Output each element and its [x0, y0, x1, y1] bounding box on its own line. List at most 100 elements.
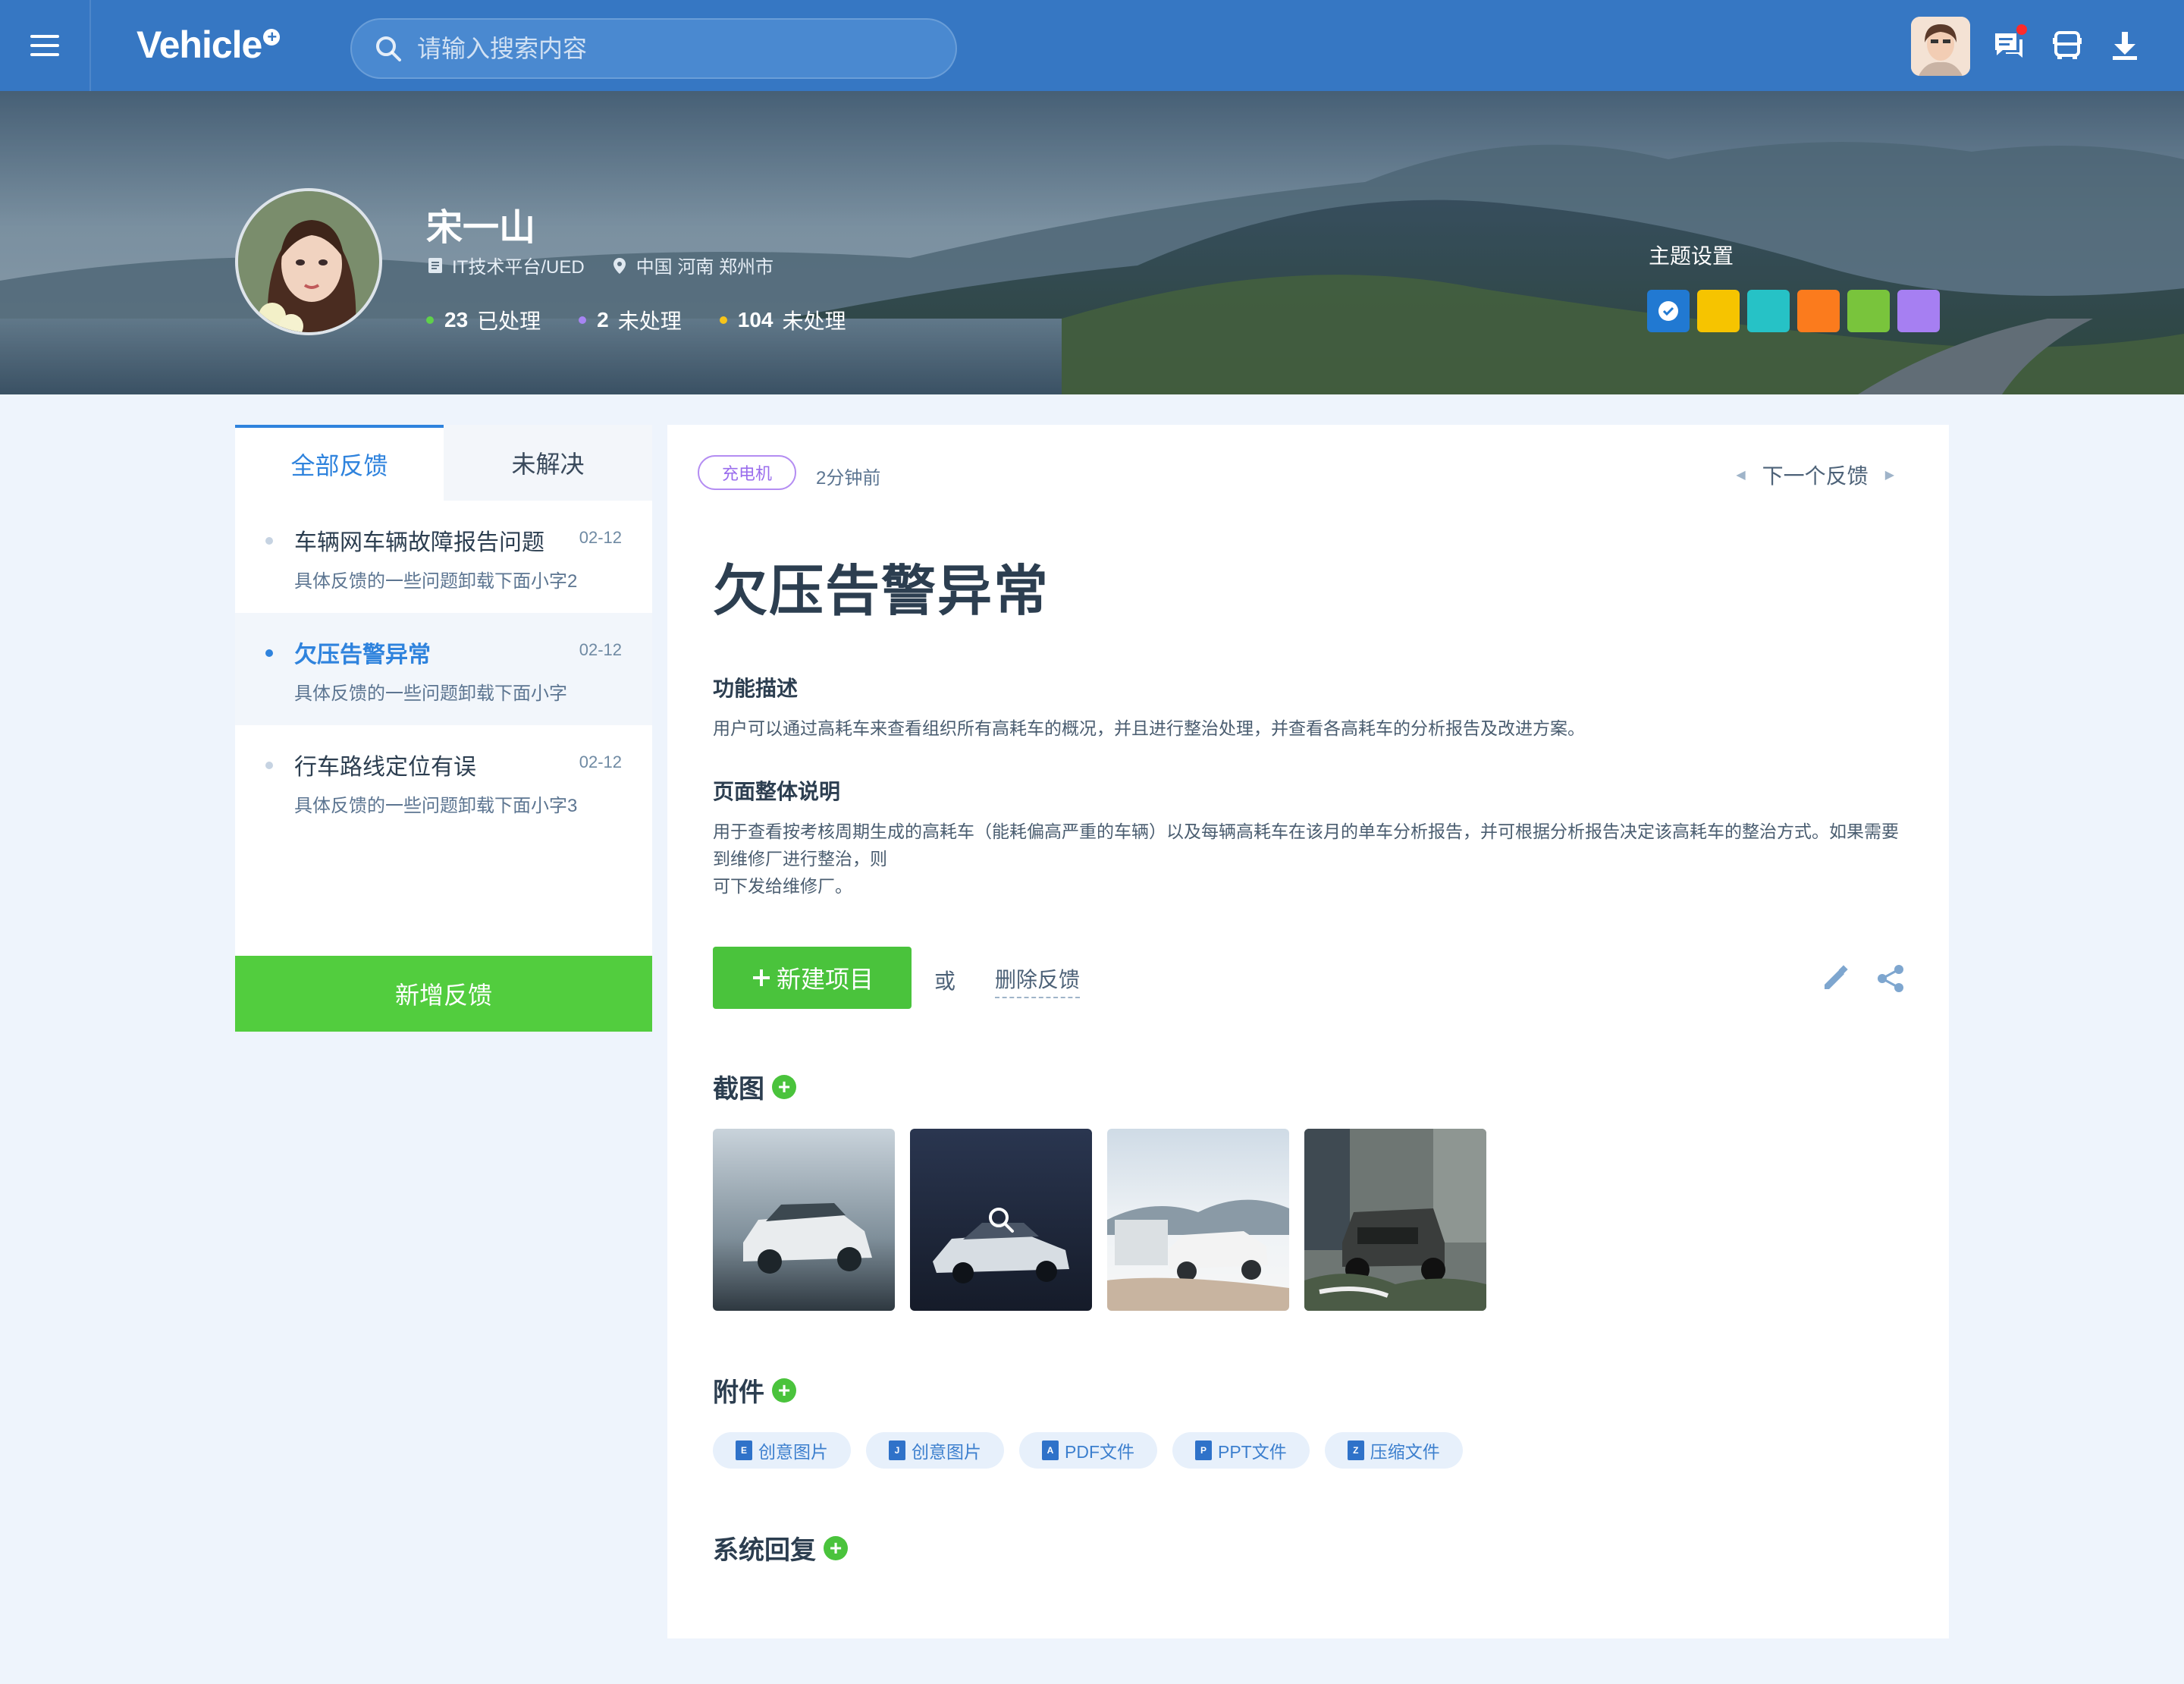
feedback-item-title: 车辆网车辆故障报告问题	[294, 530, 544, 555]
attachment-list: E 创意图片 J 创意图片 A PDF文件 P PPT文件 Z 压缩文件	[713, 1432, 1478, 1469]
feedback-item-subtitle: 具体反馈的一些问题卸载下面小字3	[294, 796, 578, 816]
feedback-item-title: 欠压告警异常	[294, 642, 431, 668]
share-icon[interactable]	[1875, 962, 1908, 995]
section-text-function: 用户可以通过高耗车来查看组织所有高耗车的概况，并且进行整治处理，并查看各高耗车的…	[713, 718, 1585, 738]
theme-swatch-yellow[interactable]	[1697, 290, 1740, 332]
feedback-item-date: 02-12	[579, 640, 622, 659]
bus-icon[interactable]	[2049, 27, 2085, 64]
feedback-list-item[interactable]: 车辆网车辆故障报告问题 02-12 具体反馈的一些问题卸载下面小字2	[235, 501, 652, 613]
tab-all-feedback[interactable]: 全部反馈	[235, 425, 444, 501]
theme-swatch-green[interactable]	[1847, 290, 1890, 332]
attachment-chip[interactable]: E 创意图片	[713, 1432, 851, 1469]
attachments-heading: 附件 +	[713, 1371, 796, 1409]
top-bar: Vehicle +	[0, 0, 2184, 91]
theme-swatch-purple[interactable]	[1897, 290, 1940, 332]
attachment-name: 创意图片	[758, 1442, 828, 1462]
stat-processed: 23 已处理	[426, 305, 541, 335]
chat-icon[interactable]	[1991, 24, 2027, 64]
add-feedback-button[interactable]: 新增反馈	[235, 956, 652, 1032]
attachment-chip[interactable]: A PDF文件	[1019, 1432, 1157, 1469]
zip-file-icon: Z	[1347, 1441, 1364, 1460]
theme-swatch-blue[interactable]	[1647, 290, 1690, 332]
stat-pending: 2 未处理	[579, 305, 682, 335]
jpg-file-icon: J	[889, 1441, 905, 1460]
logo-mark-icon: +	[263, 29, 281, 46]
system-reply-title: 系统回复	[713, 1536, 816, 1565]
feedback-list-item-selected[interactable]: 欠压告警异常 02-12 具体反馈的一些问题卸载下面小字	[235, 613, 652, 725]
new-project-button[interactable]: 新建项目	[713, 947, 912, 1009]
check-icon	[1658, 301, 1678, 321]
attachment-name: PPT文件	[1218, 1442, 1287, 1462]
tab-unresolved[interactable]: 未解决	[444, 425, 652, 501]
timestamp: 2分钟前	[816, 468, 881, 489]
feedback-item-subtitle: 具体反馈的一些问题卸载下面小字	[294, 683, 567, 704]
hamburger-menu-button[interactable]	[0, 0, 91, 91]
edit-icon[interactable]	[1818, 962, 1852, 995]
user-meta: IT技术平台/UED 中国 河南 郑州市	[426, 252, 774, 278]
profile-banner: 宋一山 IT技术平台/UED 中国 河南 郑州市 23 已处理 2 未处理 104 未…	[0, 91, 2184, 394]
user-department: IT技术平台/UED	[452, 257, 585, 278]
pdf-file-icon: A	[1042, 1441, 1059, 1460]
bullet-dot	[265, 649, 273, 657]
search-input[interactable]	[416, 33, 931, 64]
feedback-item-date: 02-12	[579, 528, 622, 547]
attachment-chip[interactable]: P PPT文件	[1172, 1432, 1310, 1469]
screenshots-title: 截图	[713, 1075, 764, 1104]
bullet-dot	[265, 537, 273, 545]
screenshots-heading: 截图 +	[713, 1068, 796, 1105]
screenshot-thumbnail[interactable]	[910, 1129, 1092, 1311]
screenshot-thumbnail[interactable]	[1304, 1129, 1486, 1311]
profile-avatar[interactable]	[235, 188, 382, 335]
category-tag[interactable]: 充电机	[698, 455, 797, 490]
attachments-title: 附件	[713, 1378, 764, 1407]
user-name: 宋一山	[426, 208, 536, 248]
feedback-tabs: 全部反馈 未解决	[235, 425, 652, 501]
user-location: 中国 河南 郑州市	[635, 257, 774, 278]
user-stats: 23 已处理 2 未处理 104 未处理	[426, 305, 884, 335]
search-box[interactable]	[350, 18, 957, 79]
screenshot-thumbnail[interactable]	[713, 1129, 895, 1311]
search-icon	[376, 36, 401, 61]
ppt-file-icon: P	[1195, 1441, 1212, 1460]
screenshot-thumbnail[interactable]	[1107, 1129, 1289, 1311]
attachment-name: 压缩文件	[1370, 1442, 1440, 1462]
feedback-list-item[interactable]: 行车路线定位有误 02-12 具体反馈的一些问题卸载下面小字3	[235, 725, 652, 837]
page-title: 欠压告警异常	[713, 561, 1050, 622]
attachment-name: 创意图片	[912, 1442, 981, 1462]
chevron-left-icon[interactable]: ◀	[1736, 467, 1745, 482]
notification-dot	[2016, 24, 2027, 35]
theme-settings-title: 主题设置	[1649, 244, 1734, 268]
section-heading-overview: 页面整体说明	[713, 780, 841, 803]
chevron-right-icon[interactable]: ▶	[1885, 467, 1894, 482]
screenshot-gallery	[713, 1129, 1502, 1311]
app-logo[interactable]: Vehicle +	[136, 23, 281, 67]
zoom-icon[interactable]	[986, 1205, 1016, 1235]
delete-feedback-link[interactable]: 删除反馈	[995, 963, 1081, 998]
section-text-overview: 用于查看按考核周期生成的高耗车（能耗偏高严重的车辆）以及每辆高耗车在该月的单车分…	[713, 822, 1899, 896]
system-reply-heading: 系统回复 +	[713, 1529, 848, 1566]
theme-swatch-orange[interactable]	[1797, 290, 1840, 332]
stat-pending-2: 104 未处理	[719, 305, 846, 335]
menu-icon	[30, 44, 59, 47]
theme-swatches	[1647, 290, 1947, 332]
attachment-chip[interactable]: Z 压缩文件	[1324, 1432, 1463, 1469]
bullet-dot	[265, 762, 273, 769]
user-avatar[interactable]	[1911, 17, 1970, 76]
excel-file-icon: E	[736, 1441, 752, 1460]
feedback-list-panel: 全部反馈 未解决 车辆网车辆故障报告问题 02-12 具体反馈的一些问题卸载下面…	[235, 425, 652, 1032]
next-feedback-link[interactable]: ◀ 下一个反馈 ▶	[1719, 460, 1911, 490]
feedback-detail-panel: 充电机 2分钟前 ◀ 下一个反馈 ▶ 欠压告警异常 功能描述 用户可以通过高耗车…	[667, 425, 1949, 1638]
document-icon	[428, 257, 442, 273]
next-feedback-label: 下一个反馈	[1762, 464, 1869, 488]
add-attachment-icon[interactable]: +	[772, 1378, 796, 1403]
location-pin-icon	[613, 257, 626, 274]
add-screenshot-icon[interactable]: +	[772, 1074, 796, 1099]
plus-icon	[752, 969, 770, 986]
or-text: 或	[934, 969, 956, 993]
attachment-chip[interactable]: J 创意图片	[866, 1432, 1004, 1469]
theme-swatch-cyan[interactable]	[1747, 290, 1790, 332]
attachment-name: PDF文件	[1065, 1442, 1134, 1462]
add-reply-icon[interactable]: +	[824, 1535, 848, 1560]
new-project-label: 新建项目	[776, 966, 874, 993]
download-icon[interactable]	[2107, 27, 2143, 64]
